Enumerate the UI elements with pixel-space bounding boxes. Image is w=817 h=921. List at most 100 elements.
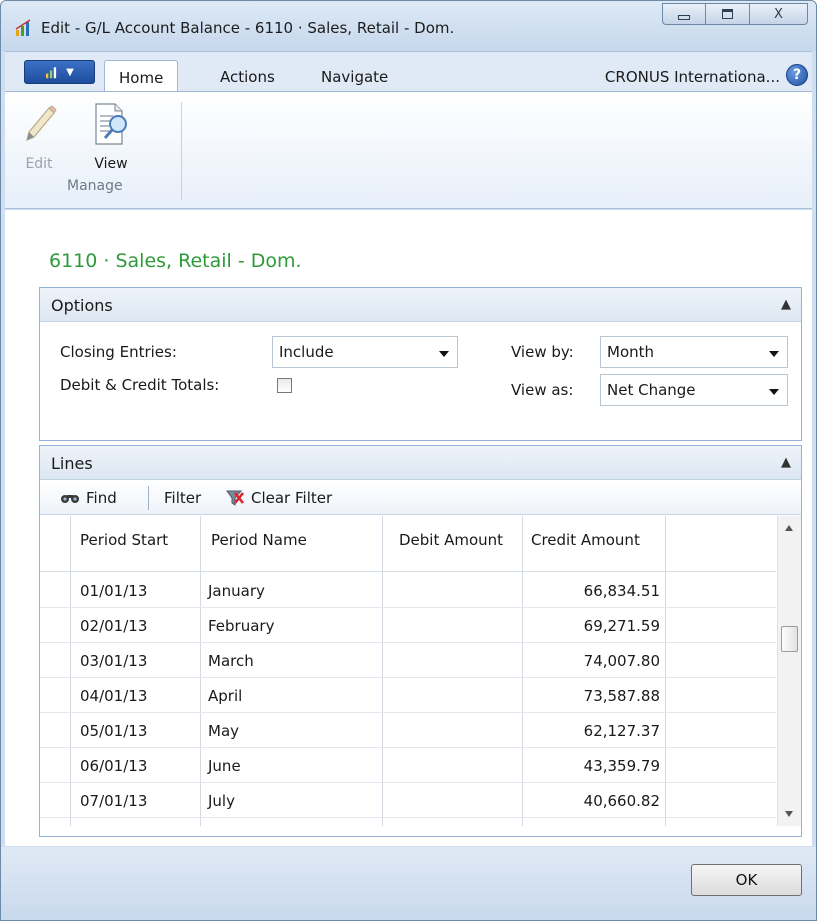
column-header-period-name[interactable]: Period Name xyxy=(211,531,307,549)
dropdown-arrow-icon xyxy=(769,389,779,395)
title-bar[interactable]: Edit - G/L Account Balance - 6110 · Sale… xyxy=(1,1,816,51)
closing-entries-value: Include xyxy=(279,343,334,361)
credit-amount-cell: 43,359.79 xyxy=(583,757,660,775)
table-row[interactable]: 03/01/13 March 74,007.80 xyxy=(40,643,776,678)
tab-home[interactable]: Home xyxy=(104,60,179,92)
view-by-dropdown[interactable]: Month xyxy=(600,336,788,368)
period-start-cell: 02/01/13 xyxy=(80,617,148,635)
credit-amount-cell: 62,127.37 xyxy=(583,722,660,740)
page-content: 6110 · Sales, Retail - Dom. Options ▲ Cl… xyxy=(5,210,812,846)
find-label: Find xyxy=(86,489,117,507)
lines-title: Lines xyxy=(51,454,93,473)
scroll-up-icon[interactable] xyxy=(785,525,793,531)
close-icon: X xyxy=(774,6,783,22)
vertical-scrollbar[interactable] xyxy=(777,516,801,826)
period-name-cell: April xyxy=(208,687,243,705)
maximize-button[interactable] xyxy=(706,3,750,25)
minimize-button[interactable] xyxy=(662,3,706,25)
dynamics-nav-logo-icon xyxy=(46,67,57,79)
lines-header[interactable]: Lines ▲ xyxy=(40,446,801,480)
column-header-debit-amount[interactable]: Debit Amount xyxy=(399,531,503,549)
chevron-down-icon: ▼ xyxy=(66,66,74,78)
clear-filter-button[interactable]: Clear Filter xyxy=(225,489,332,507)
credit-amount-cell: 40,660.82 xyxy=(583,792,660,810)
edit-button-label: Edit xyxy=(25,156,53,172)
closing-entries-dropdown[interactable]: Include xyxy=(272,336,458,368)
view-by-value: Month xyxy=(607,343,655,361)
lines-fasttab: Lines ▲ Find Filter Clear Filter Period … xyxy=(39,445,802,837)
column-header-period-start[interactable]: Period Start xyxy=(80,531,168,549)
dialog-window: Edit - G/L Account Balance - 6110 · Sale… xyxy=(0,0,817,921)
tab-actions-label: Actions xyxy=(220,68,275,86)
find-button[interactable]: Find xyxy=(60,489,117,507)
period-start-cell: 06/01/13 xyxy=(80,757,148,775)
ribbon-group-label: Manage xyxy=(67,178,123,194)
debit-credit-totals-label: Debit & Credit Totals: xyxy=(60,376,220,394)
scroll-down-icon[interactable] xyxy=(785,811,793,817)
period-name-cell: July xyxy=(208,792,235,810)
pencil-icon xyxy=(26,105,57,142)
application-menu-button[interactable]: ▼ xyxy=(24,60,95,84)
filter-button[interactable]: Filter xyxy=(164,489,201,507)
close-button[interactable]: X xyxy=(750,3,808,25)
window-controls: X xyxy=(662,3,808,25)
ribbon-tab-strip: ▼ Home Actions Navigate CRONUS Internati… xyxy=(5,51,812,92)
credit-amount-cell: 74,007.80 xyxy=(583,652,660,670)
view-as-dropdown[interactable]: Net Change xyxy=(600,374,788,406)
period-start-cell: 03/01/13 xyxy=(80,652,148,670)
dropdown-arrow-icon xyxy=(769,351,779,357)
tab-navigate-label: Navigate xyxy=(321,68,389,86)
period-start-cell: 04/01/13 xyxy=(80,687,148,705)
scroll-thumb[interactable] xyxy=(781,626,798,652)
table-row[interactable]: 01/01/13 January 66,834.51 xyxy=(40,573,776,608)
view-document-icon xyxy=(95,103,127,145)
tab-actions[interactable]: Actions xyxy=(220,60,275,92)
edit-button[interactable]: Edit xyxy=(17,102,61,172)
table-row[interactable]: 06/01/13 June 43,359.79 xyxy=(40,748,776,783)
debit-credit-totals-checkbox[interactable] xyxy=(277,378,292,393)
table-row[interactable]: 07/01/13 July 40,660.82 xyxy=(40,783,776,818)
ribbon-group-divider xyxy=(181,102,182,200)
period-start-cell: 05/01/13 xyxy=(80,722,148,740)
view-by-label: View by: xyxy=(511,343,574,361)
view-button[interactable]: View xyxy=(89,102,133,172)
options-header[interactable]: Options ▲ xyxy=(40,288,801,322)
table-row[interactable]: 04/01/13 April 73,587.88 xyxy=(40,678,776,713)
window-title: Edit - G/L Account Balance - 6110 · Sale… xyxy=(41,19,455,37)
credit-amount-cell: 69,271.59 xyxy=(583,617,660,635)
ok-button[interactable]: OK xyxy=(691,864,802,896)
period-start-cell: 07/01/13 xyxy=(80,792,148,810)
column-header-credit-amount[interactable]: Credit Amount xyxy=(531,531,640,549)
tab-home-label: Home xyxy=(119,69,164,87)
closing-entries-label: Closing Entries: xyxy=(60,343,177,361)
company-name[interactable]: CRONUS Internationa... xyxy=(605,68,780,86)
tab-navigate[interactable]: Navigate xyxy=(321,60,388,92)
chevron-up-icon[interactable]: ▲ xyxy=(781,455,791,470)
table-row[interactable]: 05/01/13 May 62,127.37 xyxy=(40,713,776,748)
binoculars-icon xyxy=(61,495,79,503)
period-start-cell: 01/01/13 xyxy=(80,582,148,600)
view-as-label: View as: xyxy=(511,381,574,399)
credit-amount-cell: 73,587.88 xyxy=(583,687,660,705)
dropdown-arrow-icon xyxy=(439,351,449,357)
chevron-up-icon[interactable]: ▲ xyxy=(781,297,791,312)
lines-toolbar: Find Filter Clear Filter xyxy=(40,480,801,515)
page-title: 6110 · Sales, Retail - Dom. xyxy=(49,250,302,272)
period-name-cell: May xyxy=(208,722,240,740)
toolbar-divider xyxy=(148,486,149,510)
options-title: Options xyxy=(51,296,113,315)
period-name-cell: June xyxy=(208,757,241,775)
view-as-value: Net Change xyxy=(607,381,696,399)
credit-amount-cell: 66,834.51 xyxy=(583,582,660,600)
table-row[interactable]: 02/01/13 February 69,271.59 xyxy=(40,608,776,643)
clear-filter-label: Clear Filter xyxy=(251,489,333,507)
clear-filter-icon xyxy=(226,490,245,506)
dialog-footer: OK xyxy=(1,847,816,920)
period-name-cell: March xyxy=(208,652,254,670)
maximize-icon xyxy=(722,9,733,19)
filter-label: Filter xyxy=(164,489,202,507)
help-icon[interactable]: ? xyxy=(786,64,808,86)
lines-grid: Period Start Period Name Debit Amount Cr… xyxy=(40,516,801,826)
ribbon-panel: Edit View Manage xyxy=(5,91,812,209)
grid-header-row: Period Start Period Name Debit Amount Cr… xyxy=(40,516,776,572)
